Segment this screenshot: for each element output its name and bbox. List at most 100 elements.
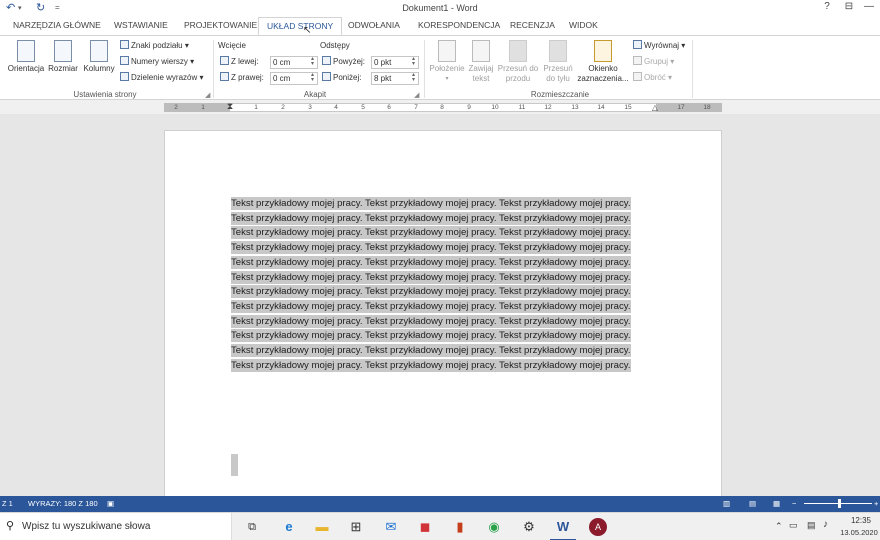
send-backward-button[interactable]: Przesuń do tyłu [541,40,575,84]
search-placeholder: Wpisz tu wyszukiwane słowa [22,521,151,532]
size-label: Rozmiar [48,64,78,73]
task-view-icon[interactable]: ⧉ [243,518,261,536]
right-indent-marker-icon[interactable]: △ [649,103,661,112]
group-objects-button[interactable]: Grupuj ▾ [633,56,674,68]
spacing-after-spinner[interactable]: ▴ ▾ [412,72,415,83]
spacing-before-label: Powyżej: [322,56,365,68]
tab-view[interactable]: WIDOK [569,20,598,30]
chrome-icon[interactable]: ◉ [485,518,503,536]
ruler-tick: 1 [254,104,258,111]
selection-pane-icon [594,40,612,62]
tab-references[interactable]: ODWOŁANIA [348,20,400,30]
document-page[interactable]: Tekst przykładowy mojej pracy. Tekst prz… [164,130,722,496]
breaks-button[interactable]: Znaki podziału ▾ [120,40,189,52]
tab-review[interactable]: RECENZJA [510,20,555,30]
zoom-slider-thumb[interactable] [838,499,841,508]
document-body[interactable]: Tekst przykładowy mojej pracy. Tekst prz… [231,197,646,373]
wrap-text-button[interactable]: Zawijaj tekst [467,40,495,84]
zoom-out-button[interactable]: − [792,499,796,508]
position-button[interactable]: Położenie ▾ [427,40,467,84]
taskbar-search-box[interactable]: ⚲ Wpisz tu wyszukiwane słowa [0,513,232,540]
wrap-text-icon [472,40,490,62]
hyphenation-label: Dzielenie wyrazów [131,73,198,82]
columns-button[interactable]: Kolumny [81,40,117,74]
file-explorer-icon[interactable]: ▬ [313,518,331,536]
ribbon-display-options-button[interactable]: ⊟ [842,1,856,12]
word-app-icon[interactable]: W [554,518,572,536]
size-button[interactable]: Rozmiar [47,40,79,74]
volume-icon[interactable]: ♪ [823,519,828,530]
proofing-icon[interactable]: ▣ [107,499,114,508]
ruler-tick: 12 [544,104,552,111]
align-button[interactable]: Wyrównaj ▾ [633,40,685,52]
ruler-tick: 11 [518,104,526,111]
rotate-button[interactable]: Obróć ▾ [633,72,672,84]
title-bar: ↶ ▾ ↻ = Dokument1 - Word ? ⊟ — [0,0,880,17]
ruler-tick: 8 [440,104,444,111]
hyphenation-icon [120,72,129,81]
print-layout-icon[interactable]: ▤ [749,499,756,508]
orientation-button[interactable]: Orientacja [6,40,46,74]
line-numbers-icon [120,56,129,65]
ruler-tick: 6 [387,104,391,111]
store-icon[interactable]: ⊞ [347,518,365,536]
selection-pane-button[interactable]: Okienko zaznaczenia... [576,40,630,84]
tab-page-layout[interactable]: UKŁAD STRONY [258,17,343,36]
line-numbers-label: Numery wierszy [131,57,188,66]
ruler-tick: 2 [174,104,178,111]
network-icon[interactable]: ▤ [807,520,816,531]
selected-text[interactable]: Tekst przykładowy mojej pracy. Tekst prz… [231,197,631,372]
battery-icon[interactable]: ▭ [789,520,798,531]
edge-browser-icon[interactable]: e [280,518,298,536]
position-dropdown-icon: ▾ [445,76,449,82]
rotate-icon [633,72,642,81]
indent-right-spinner[interactable]: ▴ ▾ [311,72,314,83]
spacing-after-label: Poniżej: [322,72,361,84]
clock-time[interactable]: 12:35 [843,516,879,525]
indent-marker-icon[interactable]: ⧗ [224,101,236,112]
indent-title: Wcięcie [218,41,247,50]
spacing-before-icon [322,56,331,65]
ruler-tick: 18 [703,104,711,111]
mail-icon[interactable]: ✉ [382,518,400,536]
ruler-tick: 7 [414,104,418,111]
line-numbers-button[interactable]: Numery wierszy ▾ [120,56,194,68]
ruler-tick: 17 [677,104,685,111]
clock-date[interactable]: 13.05.2020 [838,528,880,537]
empty-paragraph-selection [231,454,238,476]
page-indicator[interactable]: Z 1 [2,499,13,508]
hyphenation-button[interactable]: Dzielenie wyrazów ▾ [120,72,204,84]
group-separator [213,40,214,98]
help-button[interactable]: ? [820,1,834,12]
tab-home[interactable]: NARZĘDZIA GŁÓWNE [13,20,101,30]
document-area: Tekst przykładowy mojej pracy. Tekst prz… [0,114,880,496]
breaks-icon [120,40,129,49]
read-mode-icon[interactable]: ▥ [723,499,730,508]
tab-mailings[interactable]: KORESPONDENCJA [418,20,500,30]
reader-app-icon[interactable]: ◼ [416,518,434,536]
orientation-label: Orientacja [7,64,45,73]
tab-design[interactable]: PROJEKTOWANIE [184,20,257,30]
settings-gear-icon[interactable]: ⚙ [520,518,538,536]
word-count[interactable]: WYRAZY: 180 Z 180 [28,499,98,508]
orientation-icon [17,40,35,62]
paragraph-launcher-icon[interactable]: ◢ [414,91,419,99]
tab-insert[interactable]: WSTAWIANIE [114,20,168,30]
spacing-before-spinner[interactable]: ▴ ▾ [412,56,415,67]
minimize-button[interactable]: — [862,1,876,12]
indent-left-spinner[interactable]: ▴ ▾ [311,56,314,67]
group-icon [633,56,642,65]
zoom-in-button[interactable]: + [874,499,878,508]
ruler-tick: 2 [281,104,285,111]
pdf-app-icon[interactable]: ▮ [451,518,469,536]
bring-forward-button[interactable]: Przesuń do przodu [497,40,539,84]
search-icon: ⚲ [6,520,15,532]
user-avatar-icon[interactable]: A [589,518,607,536]
web-layout-icon[interactable]: ▦ [773,499,780,508]
ruler-tick: 4 [334,104,338,111]
tray-chevron-up-icon[interactable]: ⌃ [775,521,783,532]
ruler-tick: 3 [308,104,312,111]
horizontal-ruler[interactable]: 2 1 ⧗ 1 2 3 4 5 6 7 8 9 10 11 12 13 14 1… [0,100,880,114]
indent-right-icon [220,72,229,81]
page-setup-launcher-icon[interactable]: ◢ [205,91,210,99]
